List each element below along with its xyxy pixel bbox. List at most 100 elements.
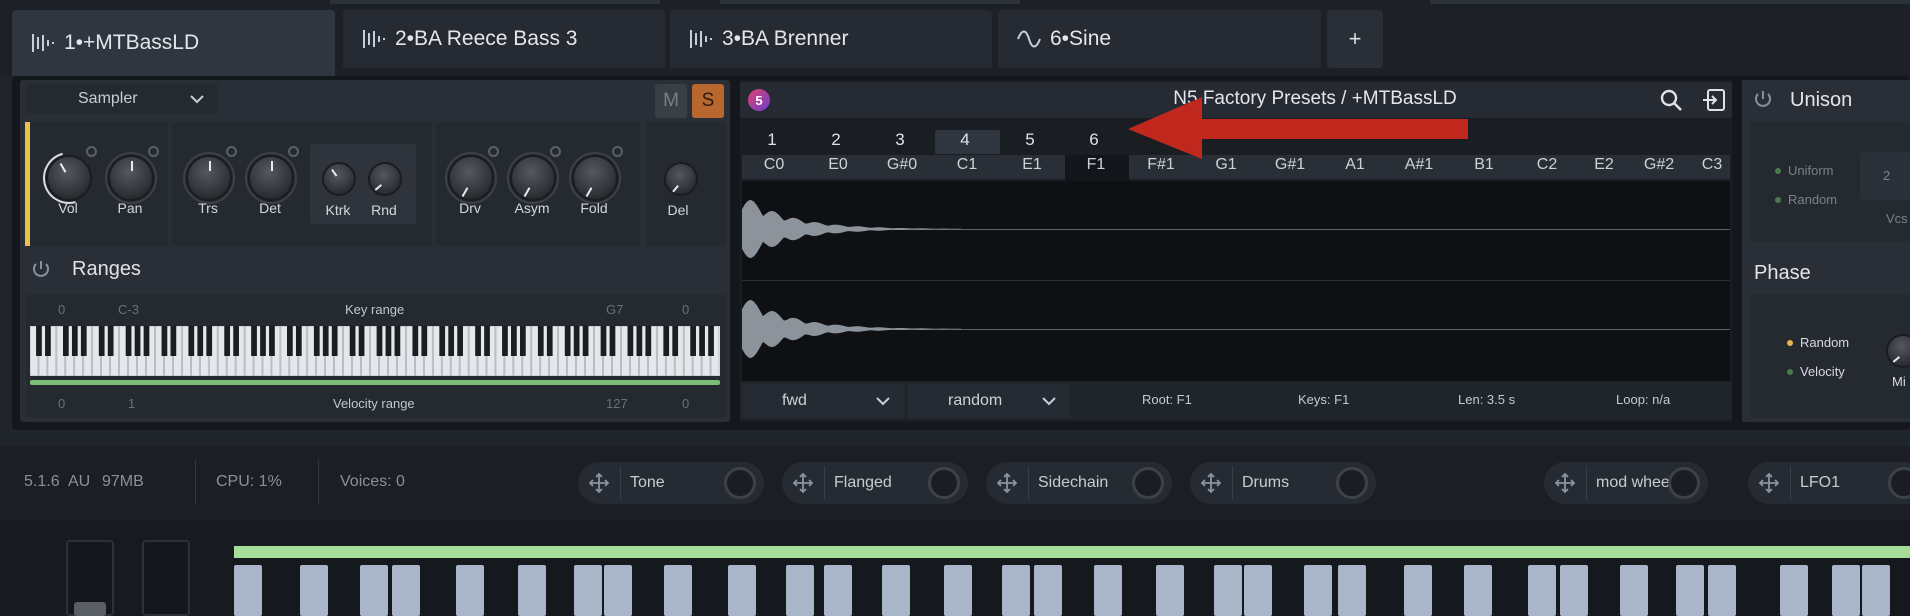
- key-range-bar[interactable]: [30, 380, 720, 385]
- wheel-handle[interactable]: [74, 602, 106, 616]
- tab-3[interactable]: 3•BA Brenner: [670, 10, 992, 68]
- power-icon[interactable]: [30, 258, 52, 280]
- black-key[interactable]: [1304, 565, 1332, 616]
- macro-label[interactable]: mod wheel: [1596, 474, 1673, 492]
- phase-random-label[interactable]: Random: [1800, 335, 1849, 350]
- macro-slot[interactable]: Flanged: [782, 462, 968, 504]
- layer-5-button[interactable]: 5: [1000, 130, 1060, 150]
- black-key[interactable]: [1002, 565, 1030, 616]
- fold-knob[interactable]: [569, 152, 621, 204]
- black-key[interactable]: [824, 565, 852, 616]
- key-high-value[interactable]: G7: [606, 302, 623, 317]
- macro-slot[interactable]: mod wheel: [1544, 462, 1708, 504]
- mod-indicator[interactable]: [550, 146, 561, 157]
- sample-zone-5[interactable]: F1: [1064, 156, 1128, 174]
- black-key[interactable]: [1676, 565, 1704, 616]
- detune-knob[interactable]: [245, 152, 297, 204]
- round-robin-select[interactable]: random: [908, 384, 1070, 418]
- key-range-keyboard[interactable]: [30, 326, 720, 376]
- sample-zone-1[interactable]: E0: [806, 156, 870, 174]
- transpose-knob[interactable]: [183, 152, 235, 204]
- black-key[interactable]: [944, 565, 972, 616]
- layer-6-button[interactable]: 6: [1064, 130, 1124, 150]
- layer-1-button[interactable]: 1: [742, 130, 802, 150]
- macro-slot[interactable]: Tone: [578, 462, 764, 504]
- move-icon[interactable]: [584, 468, 614, 498]
- macro-slot[interactable]: LFO1: [1748, 462, 1910, 504]
- velocity-low-b[interactable]: 1: [128, 396, 135, 411]
- key-low-value[interactable]: C-3: [118, 302, 139, 317]
- macro-knob[interactable]: [1132, 467, 1164, 499]
- uniform-label[interactable]: Uniform: [1788, 163, 1834, 178]
- black-key[interactable]: [1708, 565, 1736, 616]
- black-key[interactable]: [1244, 565, 1272, 616]
- playback-direction-select[interactable]: fwd: [742, 384, 904, 418]
- sample-zone-2[interactable]: G#0: [870, 156, 934, 174]
- vol-knob[interactable]: [33, 142, 105, 214]
- macro-label[interactable]: Tone: [630, 474, 665, 492]
- black-key[interactable]: [456, 565, 484, 616]
- import-button[interactable]: [1698, 84, 1730, 116]
- black-key[interactable]: [604, 565, 632, 616]
- macro-knob[interactable]: [928, 467, 960, 499]
- layer-3-button[interactable]: 3: [870, 130, 930, 150]
- black-key[interactable]: [300, 565, 328, 616]
- black-key[interactable]: [882, 565, 910, 616]
- solo-button[interactable]: S: [692, 84, 724, 118]
- black-key[interactable]: [1156, 565, 1184, 616]
- macro-slot[interactable]: Sidechain: [986, 462, 1172, 504]
- move-icon[interactable]: [1196, 468, 1226, 498]
- layer-2-button[interactable]: 2: [806, 130, 866, 150]
- black-key[interactable]: [1528, 565, 1556, 616]
- drive-knob[interactable]: [445, 152, 497, 204]
- black-key[interactable]: [518, 565, 546, 616]
- mod-indicator[interactable]: [288, 146, 299, 157]
- delay-knob[interactable]: [664, 162, 698, 196]
- search-button[interactable]: [1655, 84, 1687, 116]
- black-key[interactable]: [1404, 565, 1432, 616]
- sample-zone-12[interactable]: C2: [1515, 156, 1579, 174]
- mod-indicator[interactable]: [86, 146, 97, 157]
- engine-select[interactable]: Sampler: [26, 84, 218, 114]
- black-key[interactable]: [728, 565, 756, 616]
- black-key[interactable]: [234, 565, 262, 616]
- black-key[interactable]: [664, 565, 692, 616]
- random-knob[interactable]: [368, 162, 402, 196]
- random-label[interactable]: Random: [1788, 192, 1837, 207]
- black-key[interactable]: [786, 565, 814, 616]
- black-key[interactable]: [1780, 565, 1808, 616]
- random-radio[interactable]: [1775, 197, 1781, 203]
- pan-knob[interactable]: [105, 152, 157, 204]
- tab-6[interactable]: 6•Sine: [998, 10, 1321, 68]
- sample-zone-3[interactable]: C1: [935, 156, 999, 174]
- key-high-velocity[interactable]: 0: [682, 302, 689, 317]
- black-key[interactable]: [392, 565, 420, 616]
- tab-2[interactable]: 2•BA Reece Bass 3: [343, 10, 665, 68]
- move-icon[interactable]: [1754, 468, 1784, 498]
- power-icon[interactable]: [1752, 88, 1774, 110]
- key-low-velocity[interactable]: 0: [58, 302, 65, 317]
- black-key[interactable]: [1338, 565, 1366, 616]
- sample-zone-0[interactable]: C0: [742, 156, 806, 174]
- sample-zone-4[interactable]: E1: [1000, 156, 1064, 174]
- macro-slot[interactable]: Drums: [1190, 462, 1376, 504]
- phase-random-radio[interactable]: [1787, 340, 1793, 346]
- tab-1[interactable]: 1•+MTBassLD: [12, 10, 335, 76]
- black-key[interactable]: [1464, 565, 1492, 616]
- black-key[interactable]: [1862, 565, 1890, 616]
- black-key[interactable]: [574, 565, 602, 616]
- black-key[interactable]: [1034, 565, 1062, 616]
- move-icon[interactable]: [1550, 468, 1580, 498]
- keytrack-knob[interactable]: [322, 162, 356, 196]
- sample-zone-15[interactable]: C3: [1680, 156, 1744, 174]
- uniform-radio[interactable]: [1775, 168, 1781, 174]
- black-key[interactable]: [1620, 565, 1648, 616]
- phase-velocity-radio[interactable]: [1787, 369, 1793, 375]
- add-tab-button[interactable]: +: [1327, 10, 1383, 68]
- velocity-low-a[interactable]: 0: [58, 396, 65, 411]
- macro-label[interactable]: Flanged: [834, 474, 892, 492]
- phase-velocity-label[interactable]: Velocity: [1800, 364, 1845, 379]
- macro-knob[interactable]: [1336, 467, 1368, 499]
- mod-indicator[interactable]: [226, 146, 237, 157]
- black-key[interactable]: [1094, 565, 1122, 616]
